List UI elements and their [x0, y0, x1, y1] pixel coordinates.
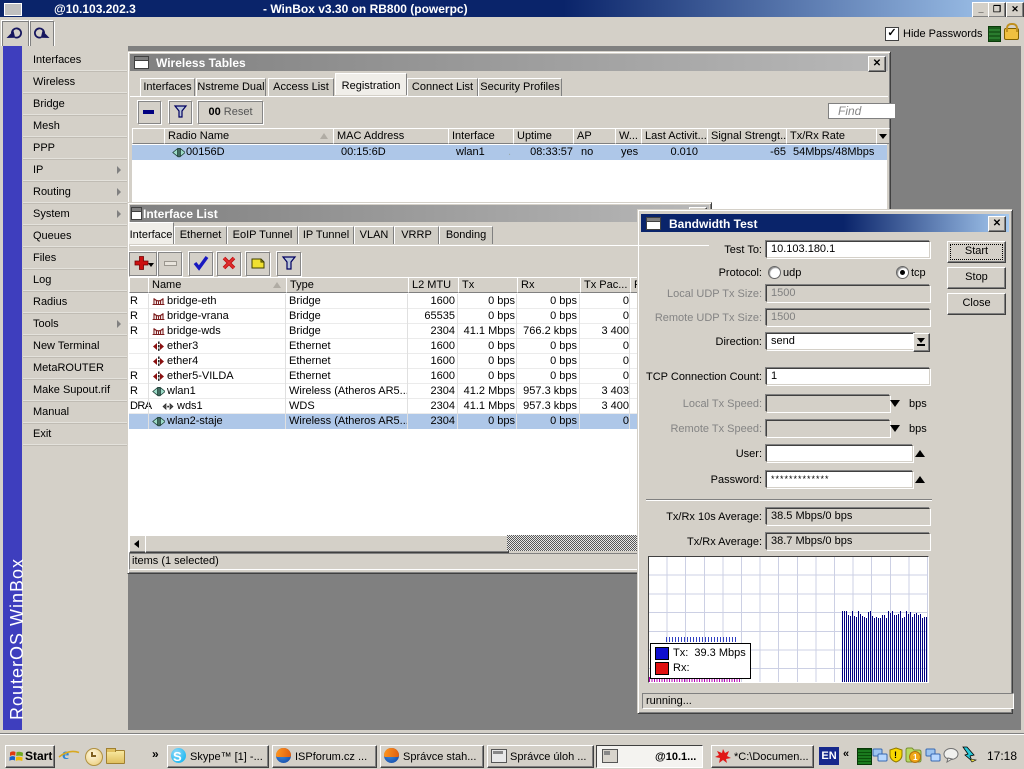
svg-text:!: !	[894, 750, 897, 760]
svg-text:1: 1	[913, 753, 918, 762]
